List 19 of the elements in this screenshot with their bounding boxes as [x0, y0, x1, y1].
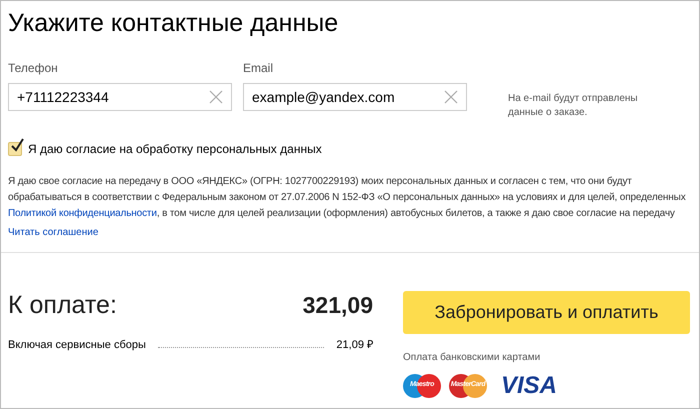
fee-label: Включая сервисные сборы	[8, 339, 146, 351]
privacy-policy-link[interactable]: Политикой конфиденциальности	[8, 208, 157, 219]
page-title: Укажите контактные данные	[8, 8, 340, 39]
consent-label: Я даю согласие на обработку персональных данных	[28, 142, 322, 156]
field-label: Email	[243, 61, 274, 75]
cards-note: Оплата банковскими картами	[403, 352, 542, 363]
card-logo: VISA	[501, 372, 558, 400]
book-and-pay-button[interactable]: Забронировать и оплатить	[403, 291, 690, 334]
input-field[interactable]: example@yandex.com	[243, 83, 467, 111]
fee-amount: 21,09 ₽	[336, 338, 373, 351]
input-field[interactable]: +71112223344	[8, 83, 232, 111]
clear-icon[interactable]	[209, 90, 223, 104]
read-agreement-link[interactable]: Читать соглашение	[8, 227, 98, 238]
field-label: Телефон	[8, 61, 59, 75]
total-label: К оплате:	[8, 291, 117, 320]
agreement-text: Я даю свое согласие на передачу в ООО «ЯНДЕКС» (ОГРН: 1027700229193) моих персональных данных и согласен с тем, что они будут обрабатываться в соответствии с Федеральным законом от 27.07.2006 N 152-ФЗ «О персональных данных» на условиях и для целей, определенных Политикой конфиденциальности, в том числе для целей реализации (оформления) автобусных билетов, а также я даю свое согласие на передачу	[8, 175, 687, 221]
total-amount: 321,09	[302, 292, 373, 319]
clear-icon[interactable]	[444, 90, 458, 104]
email-note: На e-mail будут отправлены данные о заказе.	[508, 92, 639, 120]
